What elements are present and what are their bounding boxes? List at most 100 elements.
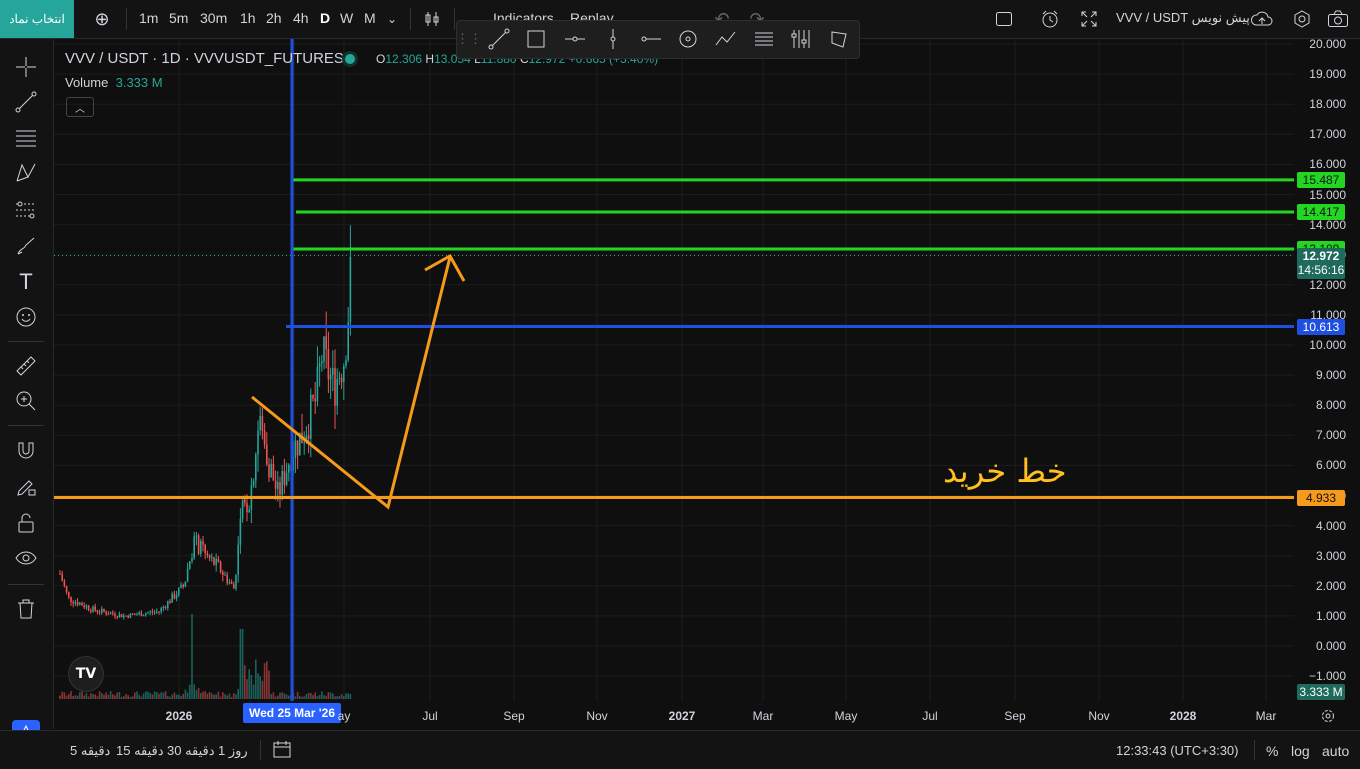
trend-line-icon[interactable] bbox=[12, 88, 40, 116]
price-chart[interactable] bbox=[54, 39, 1294, 701]
volume-bar bbox=[338, 696, 341, 699]
symbol-search-button[interactable]: انتخاب نماد bbox=[0, 0, 74, 38]
price-tag[interactable]: 4.933 bbox=[1297, 489, 1345, 506]
forecast-icon[interactable] bbox=[12, 196, 40, 224]
volume-bar bbox=[316, 695, 319, 699]
calendar-icon[interactable] bbox=[272, 739, 294, 762]
candle-body bbox=[327, 349, 330, 380]
timeframe-2h[interactable]: 2h bbox=[266, 10, 282, 26]
candle-body bbox=[285, 472, 288, 486]
volume-bar bbox=[142, 693, 145, 699]
polygon-icon[interactable] bbox=[827, 27, 851, 51]
timeframe-d[interactable]: D bbox=[320, 10, 330, 26]
drag-handle-icon[interactable]: ⋮⋮ bbox=[456, 27, 482, 51]
candle-body bbox=[244, 499, 246, 504]
candle-body bbox=[92, 606, 94, 612]
candle-body bbox=[107, 614, 110, 616]
volume-bar bbox=[171, 694, 173, 699]
timeframe-w[interactable]: W bbox=[340, 10, 353, 26]
magnet-icon[interactable] bbox=[12, 437, 40, 465]
fullscreen-icon[interactable] bbox=[1077, 7, 1101, 31]
clock-timezone[interactable]: 12:33:43 (UTC+3:30) bbox=[1116, 743, 1238, 758]
price-tag[interactable]: 10.613 bbox=[1297, 318, 1345, 335]
path-icon[interactable] bbox=[714, 27, 738, 51]
volume-tag[interactable]: 3.333 M bbox=[1297, 684, 1345, 700]
price-tag[interactable]: 15.487 bbox=[1297, 171, 1345, 188]
volume-bar bbox=[180, 696, 182, 699]
horizontal-line-icon[interactable] bbox=[639, 27, 663, 51]
candle-body bbox=[239, 518, 242, 545]
layout-icon[interactable] bbox=[992, 7, 1016, 31]
trash-icon[interactable] bbox=[12, 595, 40, 623]
text-icon[interactable]: T bbox=[12, 268, 40, 296]
zoom-in-icon[interactable] bbox=[12, 387, 40, 415]
candle-body bbox=[318, 363, 321, 367]
chart-settings-gear-icon[interactable] bbox=[1318, 706, 1338, 726]
ruler-icon[interactable] bbox=[12, 352, 40, 380]
timeframe-30m[interactable]: 30m bbox=[200, 10, 227, 26]
brush-icon[interactable] bbox=[12, 232, 40, 260]
timeframe-5m[interactable]: 5m bbox=[169, 10, 188, 26]
candle-body bbox=[164, 606, 167, 608]
fib-retracement-icon[interactable] bbox=[12, 124, 40, 152]
cloud-save-icon[interactable] bbox=[1250, 7, 1274, 31]
candle-type-icon[interactable] bbox=[420, 7, 444, 31]
emoji-icon[interactable] bbox=[12, 303, 40, 331]
volume-legend[interactable]: Volume 3.333 M bbox=[65, 75, 163, 90]
percent-toggle[interactable]: % bbox=[1266, 743, 1278, 759]
range-15min[interactable]: 15 دقیقه bbox=[116, 743, 164, 759]
trend-line-icon[interactable] bbox=[487, 27, 511, 51]
tradingview-logo[interactable]: TV bbox=[68, 656, 104, 692]
crosshair-icon[interactable] bbox=[12, 53, 40, 81]
timeframe-1h[interactable]: 1h bbox=[240, 10, 256, 26]
sliders-icon[interactable] bbox=[789, 27, 813, 51]
range-30min[interactable]: 30 دقیقه bbox=[167, 743, 215, 759]
add-symbol-icon[interactable]: ⊕ bbox=[90, 7, 114, 31]
volume-bar bbox=[70, 691, 72, 699]
candle-body bbox=[241, 499, 244, 519]
candle-body bbox=[257, 430, 259, 455]
range-5min[interactable]: 5 دقیقه bbox=[70, 743, 110, 759]
pattern-icon[interactable] bbox=[12, 159, 40, 187]
time-axis[interactable]: 2026 Wed 25 Mar '26 ay Jul Sep Nov 2027 Mar May J… bbox=[54, 701, 1294, 729]
range-1day[interactable]: 1 روز bbox=[218, 743, 248, 759]
volume-bar bbox=[246, 679, 248, 699]
vertical-line-icon[interactable] bbox=[601, 27, 625, 51]
candle-body bbox=[233, 583, 235, 589]
timeframe-1m[interactable]: 1m bbox=[139, 10, 158, 26]
candle-body bbox=[169, 601, 171, 603]
price-axis-label: 18.000 bbox=[1309, 97, 1346, 112]
timeframe-4h[interactable]: 4h bbox=[293, 10, 309, 26]
log-toggle[interactable]: log bbox=[1291, 743, 1310, 759]
eye-icon[interactable] bbox=[12, 544, 40, 572]
time-axis-label: 2028 bbox=[1169, 709, 1197, 723]
candle-body bbox=[343, 365, 345, 383]
volume-bar bbox=[226, 695, 228, 699]
price-axis[interactable]: 20.000 19.000 18.000 17.000 16.000 15.000 14.0… bbox=[1294, 37, 1360, 701]
horizontal-ray-icon[interactable] bbox=[563, 27, 587, 51]
candle-body bbox=[279, 482, 281, 495]
legend-symbol-title[interactable]: VVV / USDT · 1D · VVVUSDT_FUTURES bbox=[65, 50, 344, 67]
lock-icon[interactable] bbox=[12, 509, 40, 537]
auto-toggle[interactable]: auto bbox=[1322, 743, 1349, 759]
price-tag[interactable]: 14.417 bbox=[1297, 204, 1345, 221]
last-price-tag[interactable]: 12.972 14:56:16 bbox=[1297, 247, 1345, 279]
lock-drawing-icon[interactable] bbox=[12, 473, 40, 501]
buy-line-annotation[interactable]: خط خرید bbox=[943, 452, 1066, 490]
camera-icon[interactable] bbox=[1326, 7, 1350, 31]
volume-bar bbox=[136, 691, 138, 699]
rectangle-icon[interactable] bbox=[524, 27, 548, 51]
candle-body bbox=[184, 581, 187, 587]
volume-bar bbox=[266, 661, 268, 699]
volume-bar bbox=[120, 696, 123, 699]
alert-icon[interactable] bbox=[1038, 7, 1062, 31]
fib-lines-icon[interactable] bbox=[752, 27, 776, 51]
collapse-legend-icon[interactable]: ︿ bbox=[66, 97, 94, 117]
volume-bar bbox=[68, 694, 70, 699]
timeframe-m[interactable]: M bbox=[364, 10, 376, 26]
layout-name[interactable]: VVV / USDT پیش نویس bbox=[1116, 10, 1250, 26]
chevron-down-icon[interactable]: ⌄ bbox=[380, 7, 404, 31]
candle-body bbox=[81, 602, 83, 606]
settings-icon[interactable] bbox=[1290, 7, 1314, 31]
circle-icon[interactable] bbox=[676, 27, 700, 51]
